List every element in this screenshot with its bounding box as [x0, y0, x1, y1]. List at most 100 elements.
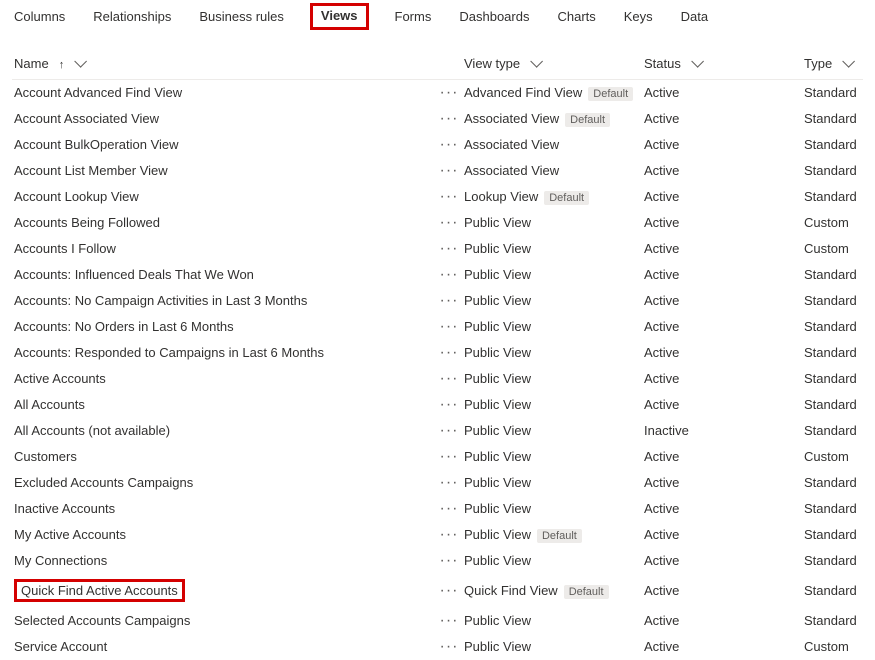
column-header-status-label: Status	[644, 56, 681, 71]
row-more-button[interactable]: ···	[434, 612, 464, 630]
table-row[interactable]: Accounts Being Followed···Public ViewAct…	[12, 210, 863, 236]
table-row[interactable]: All Accounts···Public ViewActiveStandard	[12, 392, 863, 418]
table-row[interactable]: Accounts: Responded to Campaigns in Last…	[12, 340, 863, 366]
cell-status: Active	[644, 475, 804, 490]
cell-name[interactable]: Accounts: No Orders in Last 6 Months	[14, 314, 434, 339]
cell-name[interactable]: Account List Member View	[14, 158, 434, 183]
tab-forms[interactable]: Forms	[393, 5, 434, 30]
row-more-button[interactable]: ···	[434, 240, 464, 258]
row-more-button[interactable]: ···	[434, 500, 464, 518]
table-row[interactable]: Account Lookup View···Lookup ViewDefault…	[12, 184, 863, 210]
table-row[interactable]: Account List Member View···Associated Vi…	[12, 158, 863, 184]
cell-name[interactable]: Accounts: Responded to Campaigns in Last…	[14, 340, 434, 365]
table-row[interactable]: Service Account···Public ViewActiveCusto…	[12, 634, 863, 660]
row-more-button[interactable]: ···	[434, 638, 464, 656]
tab-data[interactable]: Data	[679, 5, 710, 30]
cell-name[interactable]: Service Account	[14, 634, 434, 659]
table-row[interactable]: Accounts I Follow···Public ViewActiveCus…	[12, 236, 863, 262]
cell-name[interactable]: Account BulkOperation View	[14, 132, 434, 157]
cell-name[interactable]: Active Accounts	[14, 366, 434, 391]
cell-name[interactable]: Excluded Accounts Campaigns	[14, 470, 434, 495]
view-type-label: Public View	[464, 345, 531, 360]
row-more-button[interactable]: ···	[434, 448, 464, 466]
row-more-button[interactable]: ···	[434, 526, 464, 544]
row-more-button[interactable]: ···	[434, 370, 464, 388]
cell-view-type: Public View	[464, 613, 644, 628]
tab-business-rules[interactable]: Business rules	[197, 5, 286, 30]
row-name-label: All Accounts (not available)	[14, 423, 170, 438]
tab-relationships[interactable]: Relationships	[91, 5, 173, 30]
table-row[interactable]: Quick Find Active Accounts···Quick Find …	[12, 574, 863, 608]
view-type-label: Public View	[464, 501, 531, 516]
cell-view-type: Public View	[464, 319, 644, 334]
row-name-label: My Active Accounts	[14, 527, 126, 542]
table-row[interactable]: Active Accounts···Public ViewActiveStand…	[12, 366, 863, 392]
cell-name[interactable]: Customers	[14, 444, 434, 469]
row-more-button[interactable]: ···	[434, 292, 464, 310]
table-row[interactable]: Accounts: No Orders in Last 6 Months ···P…	[12, 314, 863, 340]
row-more-button[interactable]: ···	[434, 552, 464, 570]
column-header-type[interactable]: Type	[804, 56, 861, 71]
tab-charts[interactable]: Charts	[555, 5, 597, 30]
cell-view-type: Public ViewDefault	[464, 527, 644, 542]
column-header-view-type[interactable]: View type	[464, 56, 644, 71]
view-type-label: Public View	[464, 475, 531, 490]
cell-name[interactable]: Accounts: Influenced Deals That We Won	[14, 262, 434, 287]
tab-label: Data	[681, 9, 708, 24]
table-row[interactable]: All Accounts (not available)···Public Vi…	[12, 418, 863, 444]
column-header-name-label: Name	[14, 56, 49, 71]
cell-name[interactable]: All Accounts (not available)	[14, 418, 434, 443]
tab-dashboards[interactable]: Dashboards	[457, 5, 531, 30]
cell-name[interactable]: Account Advanced Find View	[14, 80, 434, 105]
row-more-button[interactable]: ···	[434, 422, 464, 440]
cell-name[interactable]: Quick Find Active Accounts	[14, 574, 434, 607]
row-name-label: Accounts: No Orders in Last 6 Months	[14, 319, 234, 334]
row-more-button[interactable]: ···	[434, 474, 464, 492]
row-more-button[interactable]: ···	[434, 136, 464, 154]
cell-name[interactable]: Accounts I Follow	[14, 236, 434, 261]
row-more-button[interactable]: ···	[434, 318, 464, 336]
cell-name[interactable]: Accounts Being Followed	[14, 210, 434, 235]
table-row[interactable]: Selected Accounts Campaigns···Public Vie…	[12, 608, 863, 634]
row-name-label: Accounts: No Campaign Activities in Last…	[14, 293, 307, 308]
cell-type: Standard	[804, 293, 861, 308]
tab-keys[interactable]: Keys	[622, 5, 655, 30]
row-more-button[interactable]: ···	[434, 396, 464, 414]
cell-name[interactable]: Selected Accounts Campaigns	[14, 608, 434, 633]
table-row[interactable]: Customers···Public ViewActiveCustom	[12, 444, 863, 470]
row-more-button[interactable]: ···	[434, 162, 464, 180]
table-row[interactable]: Account Associated View···Associated Vie…	[12, 106, 863, 132]
column-header-name[interactable]: Name	[14, 56, 434, 71]
cell-name[interactable]: Account Associated View	[14, 106, 434, 131]
cell-name[interactable]: My Connections	[14, 548, 434, 573]
row-name-label: Accounts Being Followed	[14, 215, 160, 230]
cell-name[interactable]: All Accounts	[14, 392, 434, 417]
table-row[interactable]: Inactive Accounts···Public ViewActiveSta…	[12, 496, 863, 522]
row-more-button[interactable]: ···	[434, 214, 464, 232]
row-more-button[interactable]: ···	[434, 110, 464, 128]
cell-type: Standard	[804, 137, 861, 152]
row-more-button[interactable]: ···	[434, 266, 464, 284]
tab-columns[interactable]: Columns	[12, 5, 67, 30]
cell-name[interactable]: Inactive Accounts	[14, 496, 434, 521]
row-more-button[interactable]: ···	[434, 344, 464, 362]
cell-name[interactable]: My Active Accounts	[14, 522, 434, 547]
table-row[interactable]: Accounts: Influenced Deals That We Won··…	[12, 262, 863, 288]
row-more-button[interactable]: ···	[434, 84, 464, 102]
cell-status: Active	[644, 639, 804, 654]
table-row[interactable]: Account Advanced Find View···Advanced Fi…	[12, 80, 863, 106]
table-row[interactable]: Account BulkOperation View···Associated …	[12, 132, 863, 158]
table-row[interactable]: Accounts: No Campaign Activities in Last…	[12, 288, 863, 314]
cell-type: Standard	[804, 475, 861, 490]
cell-name[interactable]: Account Lookup View	[14, 184, 434, 209]
column-header-view-type-label: View type	[464, 56, 520, 71]
tab-views[interactable]: Views	[310, 3, 369, 30]
table-row[interactable]: My Connections···Public ViewActiveStanda…	[12, 548, 863, 574]
table-row[interactable]: My Active Accounts···Public ViewDefaultA…	[12, 522, 863, 548]
table-row[interactable]: Excluded Accounts Campaigns···Public Vie…	[12, 470, 863, 496]
row-more-button[interactable]: ···	[434, 188, 464, 206]
cell-name[interactable]: Accounts: No Campaign Activities in Last…	[14, 288, 434, 313]
column-header-status[interactable]: Status	[644, 56, 804, 71]
row-more-button[interactable]: ···	[434, 582, 464, 600]
row-name-label: Accounts: Responded to Campaigns in Last…	[14, 345, 324, 360]
